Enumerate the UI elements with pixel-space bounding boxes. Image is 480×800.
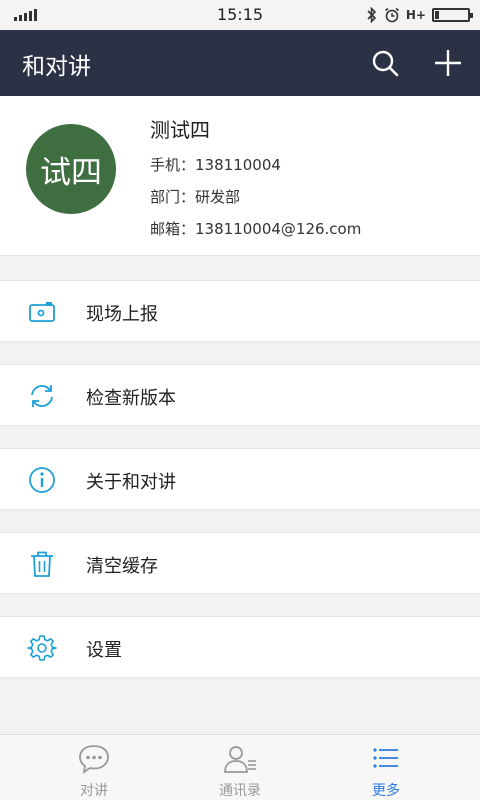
email-label: 邮箱： xyxy=(150,220,196,238)
list-icon xyxy=(373,748,398,768)
tab-contacts[interactable]: 通讯录 xyxy=(160,735,320,800)
profile-card[interactable]: 试四 测试四 手机：138110004 部门：研发部 邮箱：138110004@… xyxy=(0,96,480,256)
camera-icon xyxy=(29,302,55,322)
bluetooth-icon xyxy=(367,7,377,23)
page-title: 和对讲 xyxy=(22,54,91,80)
menu-item-check-update[interactable]: 检查新版本 xyxy=(0,364,480,426)
menu-label-clear-cache: 清空缓存 xyxy=(86,556,158,577)
tab-more[interactable]: 更多 xyxy=(306,735,466,800)
menu-item-settings[interactable]: 设置 xyxy=(0,616,480,678)
status-icons: H+ xyxy=(366,5,473,25)
alarm-icon xyxy=(384,7,399,23)
bottom-nav: 对讲 通讯录 更多 xyxy=(0,734,480,800)
search-button[interactable] xyxy=(367,45,403,81)
network-type: H+ xyxy=(405,8,426,22)
plus-icon xyxy=(435,50,461,76)
menu-item-clear-cache[interactable]: 清空缓存 xyxy=(0,532,480,594)
avatar: 试四 xyxy=(26,124,116,214)
menu-item-about[interactable]: 关于和对讲 xyxy=(0,448,480,510)
menu-label-report: 现场上报 xyxy=(86,304,158,325)
chat-icon xyxy=(79,745,109,774)
phone-value: 138110004 xyxy=(195,156,281,174)
department-label: 部门： xyxy=(150,188,196,206)
tab-label-contacts: 通讯录 xyxy=(219,783,261,799)
email-value: 138110004@126.com xyxy=(195,220,362,238)
tab-label-more: 更多 xyxy=(372,783,400,799)
user-name: 测试四 xyxy=(150,118,210,142)
menu-item-report[interactable]: 现场上报 xyxy=(0,280,480,342)
search-icon xyxy=(372,50,399,77)
refresh-icon xyxy=(31,385,53,407)
department-value: 研发部 xyxy=(195,188,241,206)
contacts-icon xyxy=(224,746,256,773)
phone-label: 手机： xyxy=(150,156,196,174)
menu-label-check-update: 检查新版本 xyxy=(86,388,176,409)
menu-label-about: 关于和对讲 xyxy=(86,472,176,493)
battery-icon xyxy=(432,8,473,22)
info-icon xyxy=(29,467,55,493)
gear-icon xyxy=(27,635,57,661)
app-header: 和对讲 xyxy=(0,30,480,96)
trash-icon xyxy=(31,551,53,577)
tab-label-intercom: 对讲 xyxy=(80,783,108,799)
add-button[interactable] xyxy=(430,45,466,81)
email-row: 邮箱：138110004@126.com xyxy=(150,218,361,239)
department-row: 部门：研发部 xyxy=(150,186,240,207)
tab-intercom[interactable]: 对讲 xyxy=(14,735,174,800)
menu-label-settings: 设置 xyxy=(86,640,122,661)
status-bar: 15:15 H+ xyxy=(0,0,480,30)
phone-row: 手机：138110004 xyxy=(150,154,281,175)
